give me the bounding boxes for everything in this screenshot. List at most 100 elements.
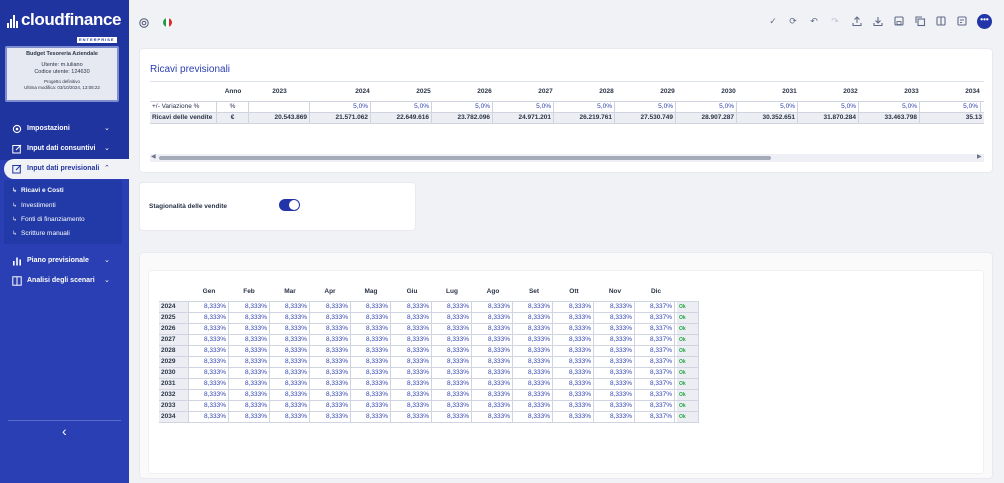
percentage-cell[interactable]: 8,333%: [351, 335, 391, 345]
percentage-cell[interactable]: 8,333%: [189, 401, 229, 411]
percentage-cell[interactable]: 8,333%: [311, 335, 351, 345]
percentage-cell[interactable]: 8,333%: [595, 346, 635, 356]
variation-cell[interactable]: 5,0%: [859, 102, 920, 112]
check-icon[interactable]: ✓: [767, 15, 779, 27]
percentage-cell[interactable]: 8,333%: [189, 412, 229, 422]
percentage-cell[interactable]: 8,333%: [473, 357, 513, 367]
percentage-cell[interactable]: 8,333%: [432, 368, 472, 378]
percentage-cell[interactable]: 8,333%: [595, 324, 635, 334]
percentage-cell[interactable]: 8,333%: [432, 302, 472, 312]
percentage-cell[interactable]: 8,337%: [635, 401, 675, 411]
nav-item-analisi-degli-scenari[interactable]: Analisi degli scenari ⌄: [0, 271, 129, 291]
percentage-cell[interactable]: 8,333%: [513, 401, 553, 411]
subnav-item-scritture-manuali[interactable]: ↳ Scritture manuali: [12, 230, 70, 237]
percentage-cell[interactable]: 8,333%: [189, 302, 229, 312]
percentage-cell[interactable]: 8,333%: [595, 401, 635, 411]
percentage-cell[interactable]: 8,333%: [473, 313, 513, 323]
support-icon[interactable]: [139, 18, 149, 28]
variation-cell[interactable]: 5,0%: [432, 102, 493, 112]
variation-cell[interactable]: 5,0%: [920, 102, 981, 112]
percentage-cell[interactable]: 8,337%: [635, 412, 675, 422]
percentage-cell[interactable]: 8,333%: [270, 379, 310, 389]
variation-cell[interactable]: 5,0%: [493, 102, 554, 112]
variation-cell[interactable]: 5,0%: [371, 102, 432, 112]
percentage-cell[interactable]: 8,333%: [392, 368, 432, 378]
percentage-cell[interactable]: 8,333%: [554, 390, 594, 400]
save-icon[interactable]: [893, 15, 905, 27]
percentage-cell[interactable]: 8,333%: [432, 412, 472, 422]
percentage-cell[interactable]: 8,333%: [513, 379, 553, 389]
nav-item-input-dati-previsionali[interactable]: Input dati previsionali ⌃: [4, 159, 129, 179]
percentage-cell[interactable]: 8,333%: [270, 401, 310, 411]
percentage-cell[interactable]: 8,333%: [189, 346, 229, 356]
subnav-item-fonti-di-finanziamento[interactable]: ↳ Fonti di finanziamento: [12, 216, 85, 223]
percentage-cell[interactable]: 8,333%: [392, 401, 432, 411]
brand-logo[interactable]: cloudfinance ENTERPRISE: [7, 11, 121, 46]
percentage-cell[interactable]: 8,333%: [513, 346, 553, 356]
variation-cell[interactable]: 5,0%: [737, 102, 798, 112]
percentage-cell[interactable]: 8,333%: [270, 346, 310, 356]
percentage-cell[interactable]: 8,333%: [270, 368, 310, 378]
nav-item-impostazioni[interactable]: Impostazioni ⌄: [0, 119, 129, 139]
nav-item-piano-previsionale[interactable]: Piano previsionale ⌄: [0, 251, 129, 271]
scroll-right-icon[interactable]: ▶: [977, 153, 982, 160]
percentage-cell[interactable]: 8,333%: [392, 379, 432, 389]
percentage-cell[interactable]: 8,337%: [635, 335, 675, 345]
percentage-cell[interactable]: 8,333%: [513, 390, 553, 400]
percentage-cell[interactable]: 8,333%: [230, 324, 270, 334]
percentage-cell[interactable]: 8,333%: [311, 346, 351, 356]
percentage-cell[interactable]: 8,333%: [554, 346, 594, 356]
percentage-cell[interactable]: 8,333%: [473, 401, 513, 411]
percentage-cell[interactable]: 8,333%: [473, 379, 513, 389]
percentage-cell[interactable]: 8,333%: [392, 390, 432, 400]
percentage-cell[interactable]: 8,333%: [554, 368, 594, 378]
percentage-cell[interactable]: 8,333%: [513, 412, 553, 422]
percentage-cell[interactable]: 8,333%: [351, 302, 391, 312]
percentage-cell[interactable]: 8,333%: [432, 357, 472, 367]
percentage-cell[interactable]: 8,333%: [513, 313, 553, 323]
percentage-cell[interactable]: 8,333%: [230, 335, 270, 345]
upload-icon[interactable]: [851, 15, 863, 27]
percentage-cell[interactable]: 8,333%: [432, 346, 472, 356]
percentage-cell[interactable]: 8,333%: [473, 390, 513, 400]
percentage-cell[interactable]: 8,333%: [473, 346, 513, 356]
percentage-cell[interactable]: 8,333%: [595, 412, 635, 422]
horizontal-scrollbar[interactable]: ◀ ▶: [150, 154, 984, 162]
percentage-cell[interactable]: 8,333%: [473, 324, 513, 334]
percentage-cell[interactable]: 8,333%: [595, 335, 635, 345]
percentage-cell[interactable]: 8,333%: [270, 335, 310, 345]
percentage-cell[interactable]: 8,337%: [635, 357, 675, 367]
percentage-cell[interactable]: 8,333%: [270, 324, 310, 334]
percentage-cell[interactable]: 8,337%: [635, 302, 675, 312]
percentage-cell[interactable]: 8,333%: [473, 302, 513, 312]
percentage-cell[interactable]: 8,333%: [351, 346, 391, 356]
variation-cell[interactable]: [249, 102, 310, 112]
variation-cell[interactable]: 5,0%: [554, 102, 615, 112]
more-options-button[interactable]: •••: [977, 14, 992, 29]
download-icon[interactable]: [872, 15, 884, 27]
percentage-cell[interactable]: 8,333%: [432, 324, 472, 334]
subnav-item-investimenti[interactable]: ↳ Investimenti: [12, 202, 56, 209]
percentage-cell[interactable]: 8,333%: [311, 379, 351, 389]
collapse-sidebar-button[interactable]: ‹: [62, 423, 67, 439]
percentage-cell[interactable]: 8,333%: [554, 335, 594, 345]
percentage-cell[interactable]: 8,333%: [230, 412, 270, 422]
percentage-cell[interactable]: 8,333%: [554, 412, 594, 422]
percentage-cell[interactable]: 8,333%: [270, 390, 310, 400]
variation-cell[interactable]: 5,0%: [798, 102, 859, 112]
percentage-cell[interactable]: 8,333%: [270, 302, 310, 312]
percentage-cell[interactable]: 8,333%: [311, 401, 351, 411]
percentage-cell[interactable]: 8,333%: [230, 379, 270, 389]
percentage-cell[interactable]: 8,333%: [595, 390, 635, 400]
percentage-cell[interactable]: 8,333%: [432, 401, 472, 411]
percentage-cell[interactable]: 8,333%: [230, 368, 270, 378]
redo-icon[interactable]: ↷: [829, 15, 841, 27]
percentage-cell[interactable]: 8,333%: [311, 390, 351, 400]
percentage-cell[interactable]: 8,333%: [595, 368, 635, 378]
percentage-cell[interactable]: 8,333%: [311, 324, 351, 334]
percentage-cell[interactable]: 8,333%: [351, 313, 391, 323]
undo-icon[interactable]: ↶: [808, 15, 820, 27]
variation-cell[interactable]: 5,0%: [615, 102, 676, 112]
percentage-cell[interactable]: 8,333%: [595, 313, 635, 323]
percentage-cell[interactable]: 8,333%: [311, 357, 351, 367]
